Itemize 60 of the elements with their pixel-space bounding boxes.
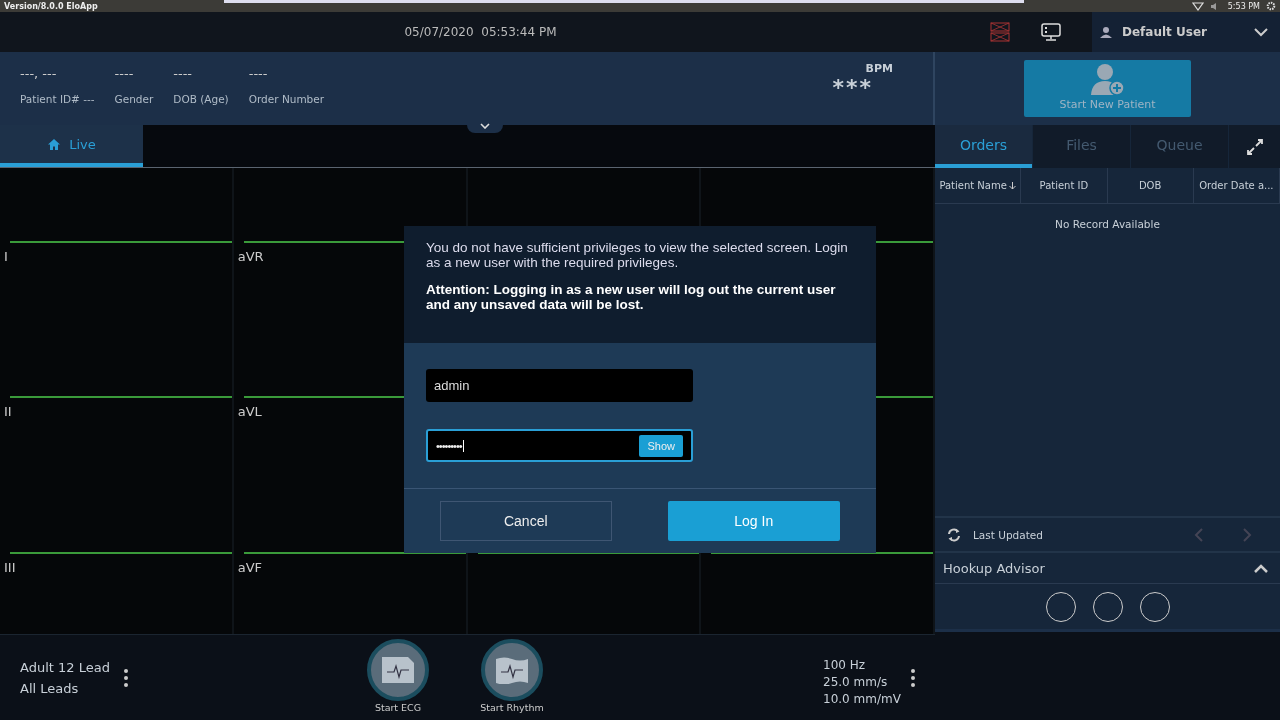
column-header[interactable]: Order Date a...: [1193, 168, 1280, 203]
ab-switch-icon[interactable]: [989, 21, 1011, 43]
chevron-down-icon: [1254, 27, 1268, 37]
expand-icon: [1246, 138, 1263, 155]
lead-label: aVF: [237, 559, 263, 575]
wifi-icon[interactable]: [1191, 1, 1204, 11]
logout-warning: Attention: Logging in as a new user will log out the current user and any unsaved data will be lost.: [426, 282, 837, 312]
patient-field-value: ----: [173, 66, 194, 81]
protocol-name: Adult 12 Lead: [20, 659, 111, 675]
lead-label: aVL: [237, 404, 262, 420]
column-header[interactable]: Patient Name: [935, 168, 1022, 203]
recording-setting: 10.0 mm/mV: [823, 691, 902, 706]
cancel-button[interactable]: Cancel: [440, 501, 612, 542]
last-updated-label: Last Updated: [973, 528, 1044, 541]
sort-arrow-icon: [1008, 181, 1016, 190]
more-options-icon[interactable]: [911, 668, 915, 687]
user-icon: [1100, 26, 1112, 38]
more-options-icon[interactable]: [124, 668, 128, 687]
lead-selection: All Leads: [20, 680, 80, 696]
settings-icon[interactable]: [1266, 1, 1276, 11]
recording-setting: 100 Hz: [823, 657, 867, 672]
chevron-down-icon: [480, 123, 490, 129]
username-field[interactable]: admin: [426, 369, 693, 403]
monitor-icon[interactable]: [1041, 23, 1061, 41]
refresh-icon[interactable]: [947, 527, 961, 542]
patient-field-label: Gender: [114, 93, 154, 105]
recording-setting: 25.0 mm/s: [823, 674, 889, 689]
live-tab[interactable]: Live: [0, 125, 143, 167]
date-time: 05/07/2020 05:53:44 PM: [404, 25, 557, 39]
user-menu[interactable]: Default User: [1092, 12, 1280, 52]
add-user-icon: [1089, 63, 1126, 97]
lead-label: aVR: [237, 249, 264, 264]
chevron-icon: [1254, 563, 1268, 573]
app-version: Version/8.0.0 EloApp: [4, 1, 99, 11]
lead-label: II: [4, 404, 12, 420]
patient-field-value: ----: [114, 66, 135, 81]
bpm-unit: BPM: [865, 62, 893, 75]
lead-label: I: [4, 249, 8, 264]
action-label: Start Rhythm: [480, 702, 544, 713]
patient-field-label: DOB (Age): [173, 93, 229, 105]
empty-message: No Record Available: [1055, 218, 1160, 232]
lead-label: III: [4, 559, 16, 575]
home-icon: [47, 137, 62, 151]
patient-field-label: Patient ID# ---: [20, 93, 95, 105]
action-label: Start ECG: [374, 702, 422, 713]
rhythm-strip-icon: [495, 656, 529, 684]
panel-tab[interactable]: Orders: [935, 125, 1032, 168]
heart-rate-value: ***: [832, 75, 873, 100]
column-header[interactable]: Patient ID: [1021, 168, 1108, 203]
password-value: •••••••••: [436, 439, 464, 452]
system-clock: 5:53 PM: [1227, 1, 1260, 11]
password-field[interactable]: ••••••••• Show: [426, 429, 693, 463]
expand-button[interactable]: [1229, 125, 1280, 168]
privilege-message: You do not have sufficient privileges to view the selected screen. Login as a new user with the required privileges.: [426, 240, 849, 270]
patient-field-value: ---, ---: [20, 66, 58, 81]
ecg-sheet-icon: [381, 656, 415, 684]
patient-field-label: Order Number: [248, 93, 325, 105]
column-header[interactable]: DOB: [1107, 168, 1194, 203]
patient-field-value: ----: [248, 66, 269, 81]
hookup-advisor-header[interactable]: Hookup Advisor: [935, 553, 1280, 584]
